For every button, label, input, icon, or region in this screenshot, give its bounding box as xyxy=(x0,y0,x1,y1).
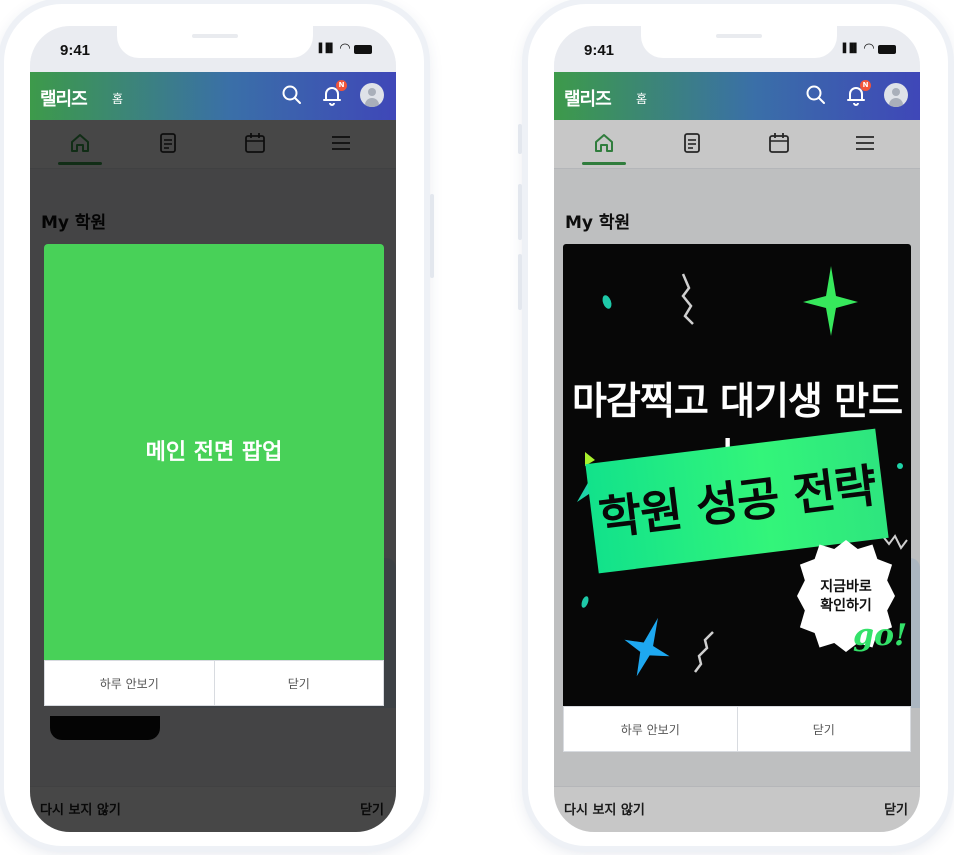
wifi-icon: ◠ xyxy=(864,41,874,56)
popup-placeholder-text: 메인 전면 팝업 xyxy=(145,440,283,465)
notification-badge: N xyxy=(336,80,347,91)
status-time: 9:41 xyxy=(584,42,615,59)
phone-screen: 9:41 ▐▐▌ ◠ 랠리즈 홈 N xyxy=(30,26,396,832)
search-icon[interactable] xyxy=(280,83,304,107)
brand-logo[interactable]: 랠리즈 xyxy=(40,85,88,111)
avatar[interactable] xyxy=(884,83,908,107)
status-time: 9:41 xyxy=(60,42,91,59)
page-label: 홈 xyxy=(636,92,648,106)
app-header: 랠리즈 홈 N xyxy=(554,72,920,120)
signal-icon: ▐▐▌ xyxy=(315,44,336,54)
mute-switch xyxy=(518,124,522,154)
battery-icon xyxy=(878,44,896,54)
phone-mockup-right: 9:41 ▐▐▌ ◠ 랠리즈 홈 N My 학원 다시 보지 않기 닫기 마감찍… xyxy=(518,4,948,846)
popup-image-area[interactable]: 메인 전면 팝업 xyxy=(44,244,384,660)
avatar[interactable] xyxy=(360,83,384,107)
phone-screen: 9:41 ▐▐▌ ◠ 랠리즈 홈 N xyxy=(554,26,920,832)
popup-close-button[interactable]: 닫기 xyxy=(213,661,384,705)
volume-down-button xyxy=(518,254,522,310)
cta-line-2: 확인하기 xyxy=(820,598,872,614)
notch xyxy=(117,26,313,58)
hide-today-button[interactable]: 하루 안보기 xyxy=(45,661,214,705)
main-popup-banner: 마감찍고 대기생 만드는 학원 성공 전략 지금바로 확인하기 go! 하루 안… xyxy=(563,244,911,752)
bell-icon[interactable]: N xyxy=(844,80,871,107)
popup-footer: 하루 안보기 닫기 xyxy=(44,660,384,706)
signal-icon: ▐▐▌ xyxy=(839,44,860,54)
phone-mockup-left: 9:41 ▐▐▌ ◠ 랠리즈 홈 N 메인 전면 팝업 하루 안보기 닫기 xyxy=(4,4,434,846)
volume-up-button xyxy=(518,184,522,240)
bell-icon[interactable]: N xyxy=(320,80,347,107)
power-button xyxy=(430,194,434,278)
popup-close-button[interactable]: 닫기 xyxy=(736,707,911,751)
cta-line-1: 지금바로 xyxy=(820,579,872,595)
brand-logo[interactable]: 랠리즈 xyxy=(564,85,612,111)
battery-icon xyxy=(354,44,372,54)
notch xyxy=(641,26,837,58)
notification-badge: N xyxy=(860,80,871,91)
main-popup-placeholder: 메인 전면 팝업 하루 안보기 닫기 xyxy=(44,244,384,706)
cta-burst-text: 지금바로 확인하기 xyxy=(797,578,895,616)
popup-footer: 하루 안보기 닫기 xyxy=(563,706,911,752)
go-text: go! xyxy=(853,618,908,653)
search-icon[interactable] xyxy=(804,83,828,107)
wifi-icon: ◠ xyxy=(340,41,350,56)
app-header: 랠리즈 홈 N xyxy=(30,72,396,120)
page-label: 홈 xyxy=(112,92,124,106)
popup-banner-image[interactable]: 마감찍고 대기생 만드는 학원 성공 전략 지금바로 확인하기 go! xyxy=(563,244,911,706)
hide-today-button[interactable]: 하루 안보기 xyxy=(564,707,737,751)
